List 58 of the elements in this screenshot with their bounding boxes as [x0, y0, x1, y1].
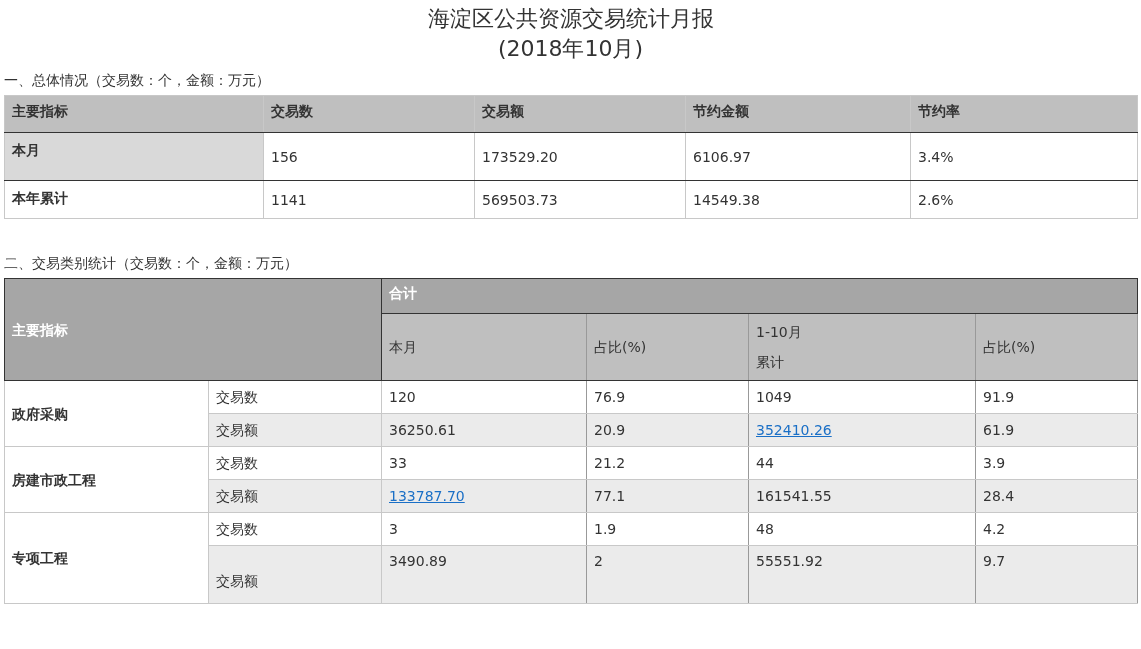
table-cell: 1.9 — [586, 512, 749, 546]
table-cell: 77.1 — [586, 479, 749, 513]
table-cell: 569503.73 — [474, 180, 686, 219]
row-label: 本年累计 — [4, 180, 264, 219]
table-cell: 55551.92 — [748, 545, 976, 604]
table-cell: 3.9 — [975, 446, 1138, 480]
column-header: 交易额 — [474, 95, 686, 133]
table-cell: 14549.38 — [685, 180, 911, 219]
table-cell: 2.6% — [910, 180, 1138, 219]
table-cell: 173529.20 — [474, 132, 686, 181]
table-cell: 2 — [586, 545, 749, 604]
value-link[interactable]: 352410.26 — [756, 422, 832, 438]
category-label: 专项工程 — [4, 512, 209, 604]
value-link[interactable]: 133787.70 — [389, 488, 465, 504]
table-cell: 48 — [748, 512, 976, 546]
table-cell: 4.2 — [975, 512, 1138, 546]
table-cell: 91.9 — [975, 380, 1138, 414]
table-cell: 3 — [381, 512, 587, 546]
column-header: 节约金额 — [685, 95, 911, 133]
table-cell: 61.9 — [975, 413, 1138, 447]
table-cell: 44 — [748, 446, 976, 480]
row-label: 交易额 — [208, 545, 382, 604]
row-header: 主要指标 — [4, 278, 382, 381]
row-label: 本月 — [4, 132, 264, 181]
row-label: 交易数 — [208, 446, 382, 480]
table-cell: 76.9 — [586, 380, 749, 414]
table-cell: 161541.55 — [748, 479, 976, 513]
table-cell: 3.4% — [910, 132, 1138, 181]
table-cell: 156 — [263, 132, 475, 181]
section-heading: 一、总体情况（交易数：个，金额：万元） — [4, 71, 271, 90]
column-header: 主要指标 — [4, 95, 264, 133]
column-header: 本月 — [381, 313, 587, 381]
category-label: 政府采购 — [4, 380, 209, 447]
column-header: 占比(%) — [586, 313, 749, 381]
table-cell: 28.4 — [975, 479, 1138, 513]
table-cell: 9.7 — [975, 545, 1138, 604]
category-label: 房建市政工程 — [4, 446, 209, 513]
table-cell: 36250.61 — [381, 413, 587, 447]
table-cell: 21.2 — [586, 446, 749, 480]
column-header: 占比(%) — [975, 313, 1138, 381]
report-period: (2018年10月) — [496, 35, 645, 63]
column-header: 1-10月 累计 — [748, 313, 976, 381]
section-heading: 二、交易类别统计（交易数：个，金额：万元） — [4, 254, 299, 273]
row-label: 交易数 — [208, 512, 382, 546]
table-cell: 1141 — [263, 180, 475, 219]
table-cell: 3490.89 — [381, 545, 587, 604]
column-header: 节约率 — [910, 95, 1138, 133]
row-label: 交易额 — [208, 413, 382, 447]
report-title: 海淀区公共资源交易统计月报 — [426, 5, 715, 33]
row-label: 交易数 — [208, 380, 382, 414]
table-cell: 1049 — [748, 380, 976, 414]
column-header: 交易数 — [263, 95, 475, 133]
table-cell: 33 — [381, 446, 587, 480]
group-header: 合计 — [381, 278, 1138, 314]
row-label: 交易额 — [208, 479, 382, 513]
table-cell: 20.9 — [586, 413, 749, 447]
table-cell: 6106.97 — [685, 132, 911, 181]
table-cell: 120 — [381, 380, 587, 414]
